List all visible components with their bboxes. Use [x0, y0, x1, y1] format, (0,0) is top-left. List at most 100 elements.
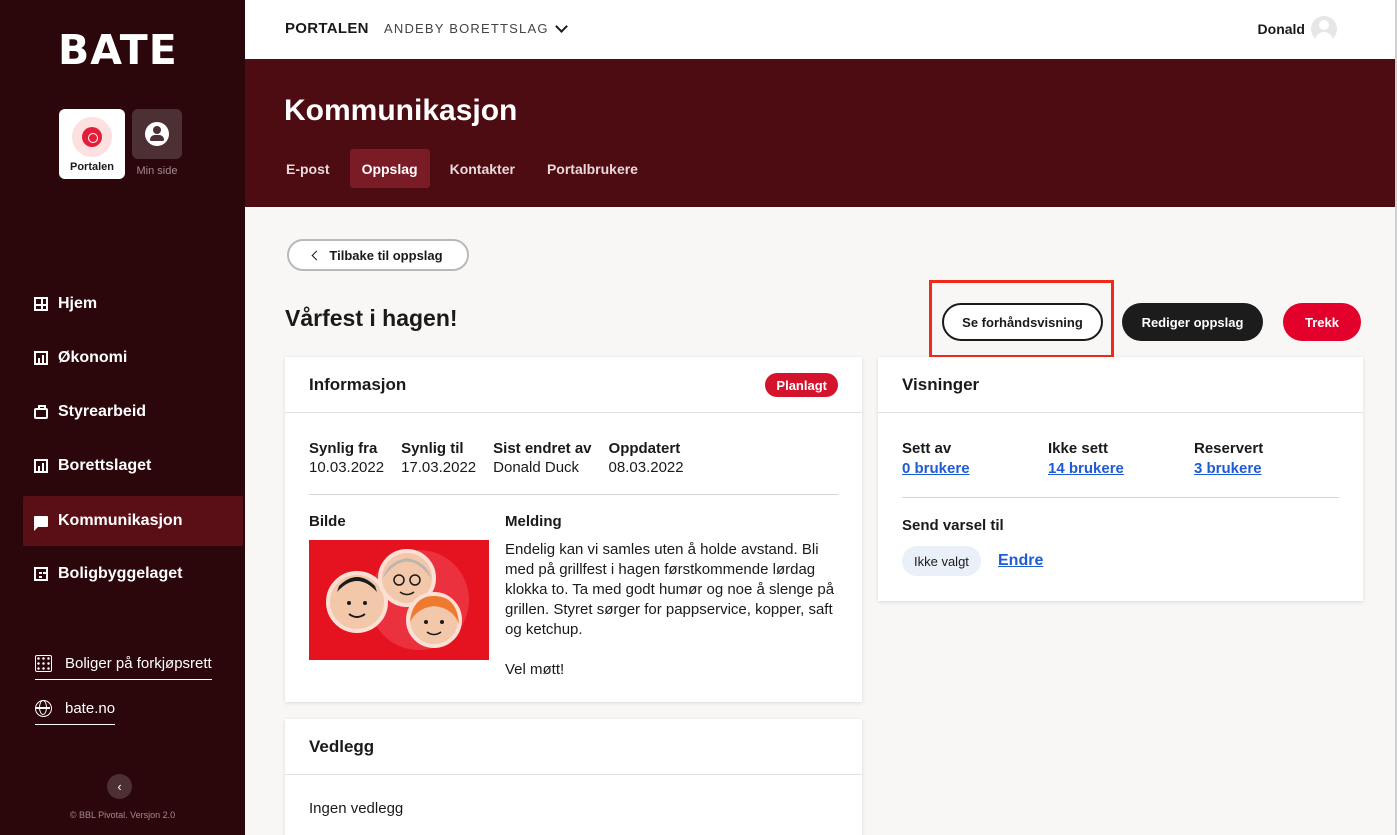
sidebar-item-boligbyggelaget[interactable]: Boligbyggelaget	[23, 549, 243, 599]
change-notify-link[interactable]: Endre	[998, 552, 1043, 570]
grid-dots-icon	[35, 655, 52, 672]
highlight-annotation	[929, 280, 1114, 358]
post-title: Vårfest i hagen!	[285, 305, 458, 331]
info-card-header: Informasjon Planlagt	[285, 357, 862, 413]
stat-label: Ikke sett	[1048, 440, 1109, 457]
views-stats: Sett av 0 brukere Ikke sett 14 brukere R…	[902, 440, 1342, 478]
page-title: Kommunikasjon	[284, 94, 518, 127]
sidebar-item-label: Boligbyggelaget	[58, 565, 183, 582]
tab-portalbrukere[interactable]: Portalbrukere	[535, 149, 650, 188]
globe-icon	[35, 700, 52, 717]
building-icon	[34, 567, 48, 581]
stat-sett-av: Sett av 0 brukere	[902, 440, 1048, 478]
views-card: Visninger Sett av 0 brukere Ikke sett 14…	[878, 357, 1363, 601]
chevron-left-icon	[311, 250, 322, 260]
stat-link[interactable]: 14 brukere	[1048, 460, 1124, 477]
switch-min-side-label: Min side	[136, 165, 178, 177]
withdraw-button[interactable]: Trekk	[1283, 303, 1361, 341]
portal-name[interactable]: PORTALEN	[285, 20, 369, 37]
info-card: Informasjon Planlagt Synlig fra 10.03.20…	[285, 357, 862, 702]
notify-chip: Ikke valgt	[902, 546, 981, 576]
message-closing: Vel møtt!	[505, 661, 565, 678]
stat-ikke-sett: Ikke sett 14 brukere	[1048, 440, 1194, 478]
sidebar-item-label: Økonomi	[58, 349, 128, 366]
chart-icon	[34, 459, 48, 473]
attachments-card-header: Vedlegg	[285, 719, 862, 775]
attachments-card: Vedlegg Ingen vedlegg	[285, 719, 862, 835]
divider	[902, 497, 1339, 498]
chat-icon	[34, 515, 48, 531]
topbar: PORTALEN ANDEBY BORETTSLAG Donald	[245, 0, 1395, 59]
sidebar-item-borettslaget[interactable]: Borettslaget	[23, 441, 243, 491]
views-card-header: Visninger	[878, 357, 1363, 413]
attachments-empty: Ingen vedlegg	[309, 800, 404, 817]
tab-kontakter[interactable]: Kontakter	[438, 149, 527, 188]
user-name[interactable]: Donald	[1258, 21, 1305, 37]
field-label: Synlig til	[401, 440, 464, 457]
sidebar-item-okonomi[interactable]: Økonomi	[23, 333, 243, 383]
link-label: Boliger på forkjøpsrett	[65, 655, 212, 672]
stat-link[interactable]: 0 brukere	[902, 460, 970, 477]
sidebar-item-styrearbeid[interactable]: Styrearbeid	[23, 387, 243, 437]
chart-icon	[34, 351, 48, 365]
link-bate-no[interactable]: bate.no	[35, 700, 116, 725]
sidebar-item-label: Hjem	[58, 295, 98, 312]
link-label: bate.no	[65, 700, 116, 717]
sidebar-item-hjem[interactable]: Hjem	[23, 279, 243, 329]
switch-portalen[interactable]: Portalen	[59, 109, 125, 179]
back-button-label: Tilbake til oppslag	[329, 247, 443, 263]
field-label: Synlig fra	[309, 440, 378, 457]
chevron-left-icon: ‹	[117, 779, 122, 794]
copyright: © BBL Pivotal. Versjon 2.0	[69, 810, 176, 820]
org-selector[interactable]: ANDEBY BORETTSLAG	[384, 19, 568, 36]
briefcase-icon	[34, 405, 48, 419]
portalen-icon	[72, 117, 112, 157]
field-synlig-til: Synlig til 17.03.2022	[401, 440, 476, 476]
stat-label: Reservert	[1194, 440, 1264, 457]
edit-post-button[interactable]: Rediger oppslag	[1122, 303, 1263, 341]
field-value: 17.03.2022	[401, 459, 477, 476]
views-heading: Visninger	[902, 374, 980, 394]
field-sist-endret-av: Sist endret av Donald Duck	[493, 440, 591, 476]
stat-reservert: Reservert 3 brukere	[1194, 440, 1340, 478]
field-label: Oppdatert	[608, 440, 681, 457]
sidebar-item-kommunikasjon[interactable]: Kommunikasjon	[23, 496, 243, 546]
bate-logo[interactable]: BATE	[58, 30, 178, 71]
message-label: Melding	[505, 513, 562, 530]
field-value: 10.03.2022	[309, 459, 385, 476]
switch-min-side[interactable]: Min side	[132, 109, 182, 179]
link-boliger-forkjopsrett[interactable]: Boliger på forkjøpsrett	[35, 655, 212, 680]
info-fields: Synlig fra 10.03.2022 Synlig til 17.03.2…	[309, 440, 701, 476]
tab-oppslag[interactable]: Oppslag	[349, 149, 430, 188]
stat-link[interactable]: 3 brukere	[1194, 460, 1262, 477]
sidebar-item-label: Styrearbeid	[58, 403, 147, 420]
back-button[interactable]: Tilbake til oppslag	[287, 239, 469, 271]
sidebar: BATE Portalen Min side Hjem Økonomi Styr…	[0, 0, 245, 835]
page-header: Kommunikasjon E-post Oppslag Kontakter P…	[245, 59, 1395, 207]
tab-bar: E-post Oppslag Kontakter Portalbrukere	[274, 149, 658, 188]
status-badge: Planlagt	[765, 373, 838, 397]
info-heading: Informasjon	[309, 374, 407, 394]
field-synlig-fra: Synlig fra 10.03.2022	[309, 440, 384, 476]
user-circle-icon	[132, 109, 182, 159]
field-value: Donald Duck	[493, 459, 580, 476]
avatar[interactable]	[1311, 16, 1337, 42]
stat-label: Sett av	[902, 440, 952, 457]
dashboard-icon	[34, 297, 48, 311]
tab-e-post[interactable]: E-post	[274, 149, 342, 188]
sidebar-item-label: Kommunikasjon	[58, 512, 183, 529]
collapse-sidebar-button[interactable]: ‹	[107, 774, 132, 799]
chevron-down-icon	[554, 19, 568, 33]
org-name: ANDEBY BORETTSLAG	[384, 21, 549, 36]
divider	[309, 494, 838, 495]
attachments-heading: Vedlegg	[309, 736, 375, 756]
faces-illustration	[309, 540, 489, 660]
switch-portalen-label: Portalen	[69, 161, 114, 173]
message-body: Endelig kan vi samles uten å holde avsta…	[505, 540, 845, 680]
message-text: Endelig kan vi samles uten å holde avsta…	[505, 541, 835, 638]
field-oppdatert: Oppdatert 08.03.2022	[609, 440, 684, 476]
field-value: 08.03.2022	[608, 459, 684, 476]
notify-label: Send varsel til	[902, 517, 1004, 534]
post-image[interactable]	[309, 540, 489, 660]
field-label: Sist endret av	[493, 440, 592, 457]
